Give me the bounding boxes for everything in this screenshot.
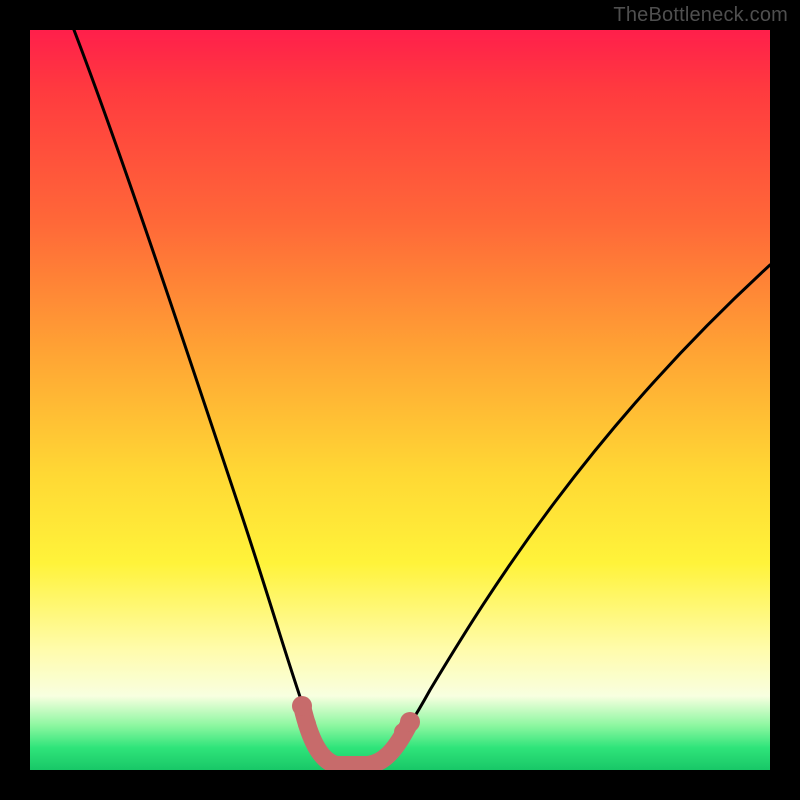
- plot-area: [30, 30, 770, 770]
- highlight-dot: [400, 712, 420, 732]
- highlight-dot: [292, 696, 312, 716]
- chart-frame: TheBottleneck.com: [0, 0, 800, 800]
- highlight-dot: [298, 715, 316, 733]
- watermark-text: TheBottleneck.com: [613, 4, 788, 27]
- highlight-band: [302, 706, 410, 765]
- bottleneck-curve: [74, 30, 770, 766]
- chart-svg: [30, 30, 770, 770]
